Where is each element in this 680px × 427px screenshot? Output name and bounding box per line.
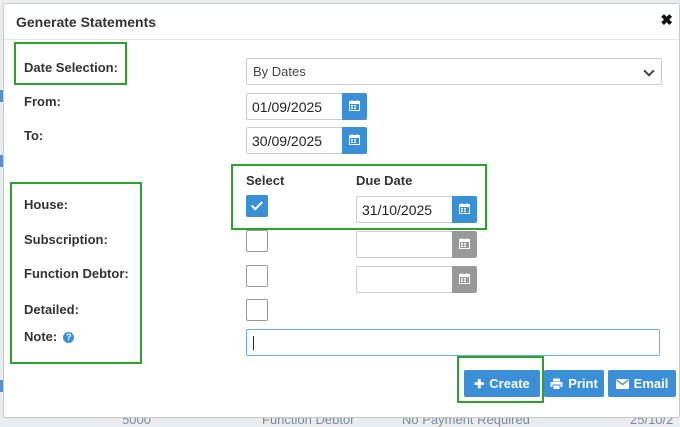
envelope-icon (615, 378, 629, 389)
date-selection-select[interactable]: By Dates (246, 58, 662, 85)
check-icon (250, 198, 264, 211)
printer-icon (550, 378, 563, 390)
from-label: From: (24, 94, 61, 109)
from-date-picker: 01/09/2025 (246, 93, 367, 120)
create-button[interactable]: ✚ Create (464, 370, 540, 397)
calendar-icon (459, 238, 470, 249)
function-debtor-due-date-input[interactable] (356, 266, 452, 293)
dialog-header: Generate Statements ✖ (4, 4, 679, 40)
house-select-checkbox[interactable] (246, 195, 268, 217)
house-due-date-input[interactable]: 31/10/2025 (356, 196, 452, 223)
note-label-group: Note:? (24, 329, 75, 344)
plus-icon: ✚ (474, 376, 485, 391)
to-date-picker: 30/09/2025 (246, 127, 367, 154)
subscription-label: Subscription: (24, 232, 108, 247)
print-button[interactable]: Print (544, 370, 604, 397)
calendar-icon (459, 273, 470, 284)
from-calendar-button[interactable] (342, 93, 367, 120)
chevron-down-icon (643, 65, 655, 77)
due-date-column-header: Due Date (356, 173, 413, 188)
note-input[interactable] (246, 329, 660, 356)
to-label: To: (24, 128, 44, 143)
help-icon[interactable]: ? (63, 332, 75, 343)
date-selection-label: Date Selection: (24, 60, 118, 75)
house-calendar-button[interactable] (452, 196, 477, 223)
calendar-icon (459, 203, 470, 214)
email-button[interactable]: Email (608, 370, 676, 397)
subscription-due-date-picker (356, 231, 477, 258)
select-column-header: Select (246, 173, 285, 188)
subscription-calendar-button[interactable] (452, 231, 477, 258)
generate-statements-dialog: Generate Statements ✖ Date Selection: Fr… (3, 3, 680, 418)
calendar-icon (349, 134, 360, 145)
detailed-checkbox[interactable] (246, 299, 268, 321)
create-button-label: Create (489, 376, 530, 391)
from-date-input[interactable]: 01/09/2025 (246, 93, 342, 120)
calendar-icon (349, 100, 360, 111)
subscription-due-date-input[interactable] (356, 231, 452, 258)
house-due-date-picker: 31/10/2025 (356, 196, 477, 223)
function-debtor-calendar-button[interactable] (452, 266, 477, 293)
print-button-label: Print (568, 376, 598, 391)
detailed-label: Detailed: (24, 302, 79, 317)
function-debtor-select-checkbox[interactable] (246, 265, 268, 287)
note-label: Note: (24, 329, 58, 344)
function-debtor-label: Function Debtor: (24, 266, 129, 281)
close-icon[interactable]: ✖ (660, 13, 673, 28)
house-label: House: (24, 197, 69, 212)
date-selection-value: By Dates (253, 64, 306, 79)
subscription-select-checkbox[interactable] (246, 230, 268, 252)
to-calendar-button[interactable] (342, 127, 367, 154)
function-debtor-due-date-picker (356, 266, 477, 293)
text-caret (253, 336, 254, 350)
to-date-input[interactable]: 30/09/2025 (246, 127, 342, 154)
email-button-label: Email (633, 376, 669, 391)
dialog-title: Generate Statements (16, 14, 157, 30)
